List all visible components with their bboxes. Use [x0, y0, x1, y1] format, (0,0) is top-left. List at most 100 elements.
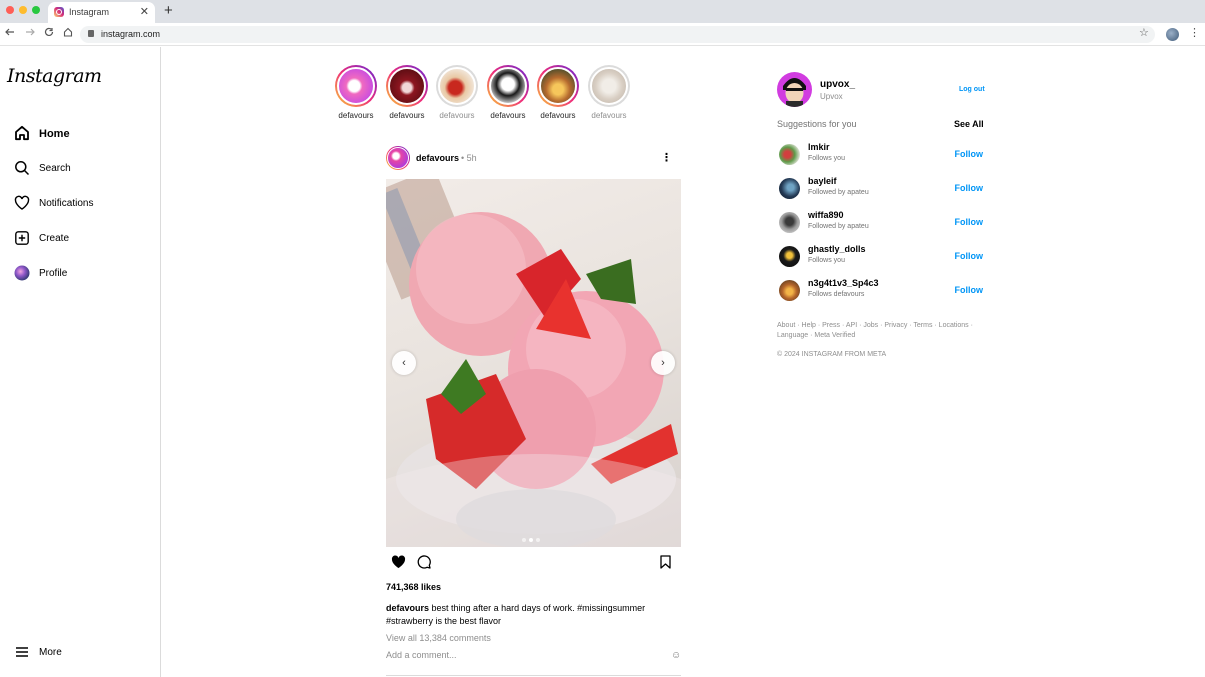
post-image[interactable]: ‹ ›	[386, 179, 681, 547]
instagram-logo[interactable]: Instagram	[7, 65, 102, 87]
sidebar-item-label: Create	[39, 233, 70, 244]
suggestion-username[interactable]: ghastly_dolls	[808, 244, 866, 254]
sidebar-item-label: Profile	[39, 268, 68, 279]
copyright-text: © 2024 INSTAGRAM FROM META	[777, 351, 887, 358]
post-header: defavours • 5h ⋮	[386, 146, 681, 170]
sidebar-item-more[interactable]: More	[14, 644, 154, 664]
address-bar-row: instagram.com	[0, 23, 1205, 46]
home-icon[interactable]	[63, 27, 73, 40]
follow-button[interactable]: Follow	[955, 217, 984, 227]
log-out-button[interactable]: Log out	[959, 86, 985, 93]
suggestion-subtitle: Follows you	[808, 155, 845, 162]
search-icon	[14, 160, 30, 176]
follow-button[interactable]: Follow	[955, 149, 984, 159]
like-count[interactable]: 741,368 likes	[386, 582, 441, 592]
follow-button[interactable]: Follow	[955, 183, 984, 193]
see-all-button[interactable]: See All	[954, 119, 984, 129]
sidebar-item-label: Notifications	[39, 198, 94, 209]
carousel-previous-button[interactable]: ‹	[392, 351, 416, 375]
story-item[interactable]: defavours	[583, 65, 635, 120]
url-input[interactable]: instagram.com	[80, 26, 1155, 43]
suggestion-subtitle: Follows you	[808, 257, 845, 264]
add-comment-input[interactable]: Add a comment...	[386, 650, 457, 660]
follow-button[interactable]: Follow	[955, 251, 984, 261]
instagram-favicon-icon	[54, 7, 64, 17]
story-item[interactable]: defavours	[532, 65, 584, 120]
story-avatar	[438, 67, 476, 105]
post-caption: defavours best thing after a hard days o…	[386, 602, 676, 628]
browser-menu-icon[interactable]: ⋮	[1189, 26, 1200, 39]
comment-icon[interactable]	[417, 555, 431, 574]
browser-tab[interactable]: Instagram ✕	[48, 2, 155, 23]
browser-tab-bar: Instagram ✕ +	[0, 0, 1205, 23]
sidebar-item-search[interactable]: Search	[14, 160, 154, 180]
close-window-button[interactable]	[6, 6, 14, 14]
story-ring	[436, 65, 478, 107]
minimize-window-button[interactable]	[19, 6, 27, 14]
story-item[interactable]: defavours	[482, 65, 534, 120]
sidebar-item-label: Home	[39, 128, 70, 140]
suggestion-row: lmkir Follows you Follow	[779, 142, 985, 166]
more-options-icon[interactable]: ⋮	[661, 151, 672, 164]
tab-close-icon[interactable]: ✕	[140, 5, 149, 18]
sidebar-item-create[interactable]: Create	[14, 230, 154, 250]
caption-username[interactable]: defavours	[386, 603, 429, 613]
suggestion-row: n3g4t1v3_Sp4c3 Follows defavours Follow	[779, 278, 985, 302]
story-username: defavours	[389, 111, 425, 120]
plus-square-icon	[14, 230, 30, 246]
suggestion-username[interactable]: n3g4t1v3_Sp4c3	[808, 278, 879, 288]
like-heart-icon[interactable]	[391, 555, 406, 574]
save-bookmark-icon[interactable]	[660, 555, 671, 574]
maximize-window-button[interactable]	[32, 6, 40, 14]
sidebar-item-profile[interactable]: Profile	[14, 265, 154, 285]
post-username[interactable]: defavours	[416, 153, 459, 163]
reload-icon[interactable]	[44, 27, 54, 40]
story-ring	[487, 65, 529, 107]
suggestion-username[interactable]: bayleif	[808, 176, 837, 186]
new-tab-button[interactable]: +	[164, 2, 173, 19]
carousel-dot	[535, 538, 540, 542]
view-comments-link[interactable]: View all 13,384 comments	[386, 633, 491, 643]
suggestion-row: ghastly_dolls Follows you Follow	[779, 244, 985, 268]
back-icon[interactable]	[5, 27, 15, 40]
sidebar-item-home[interactable]: Home	[14, 125, 154, 145]
story-username: defavours	[540, 111, 576, 120]
sidebar: Instagram Home Search Notifications Crea…	[0, 47, 161, 677]
story-avatar	[489, 67, 527, 105]
browser-profile-avatar[interactable]	[1166, 28, 1179, 41]
story-username: defavours	[338, 111, 374, 120]
story-ring	[335, 65, 377, 107]
story-avatar	[590, 67, 628, 105]
story-item[interactable]: defavours	[381, 65, 433, 120]
carousel-indicator	[520, 529, 541, 547]
suggestions-title: Suggestions for you	[777, 119, 857, 129]
story-item[interactable]: defavours	[330, 65, 382, 120]
forward-icon[interactable]	[25, 27, 35, 40]
story-username: defavours	[591, 111, 627, 120]
current-user-avatar[interactable]	[777, 72, 812, 107]
emoji-icon[interactable]: ☺	[671, 650, 681, 661]
sidebar-item-notifications[interactable]: Notifications	[14, 195, 154, 215]
current-username[interactable]: upvox_	[820, 79, 855, 90]
story-username: defavours	[490, 111, 526, 120]
footer-links[interactable]: About · Help · Press · API · Jobs · Priv…	[777, 321, 977, 341]
suggestion-avatar[interactable]	[779, 246, 800, 267]
suggestion-username[interactable]: lmkir	[808, 142, 830, 152]
follow-button[interactable]: Follow	[955, 285, 984, 295]
suggestion-username[interactable]: wiffa890	[808, 210, 844, 220]
suggestion-avatar[interactable]	[779, 212, 800, 233]
suggestion-row: wiffa890 Followed by apateu Follow	[779, 210, 985, 234]
story-ring	[386, 65, 428, 107]
suggestion-avatar[interactable]	[779, 144, 800, 165]
suggestion-avatar[interactable]	[779, 280, 800, 301]
suggestion-subtitle: Followed by apateu	[808, 189, 869, 196]
post-author-avatar[interactable]	[386, 146, 410, 170]
suggestion-avatar[interactable]	[779, 178, 800, 199]
bookmark-star-icon[interactable]: ☆	[1139, 26, 1149, 39]
carousel-next-button[interactable]: ›	[651, 351, 675, 375]
url-text: instagram.com	[101, 29, 161, 39]
story-username: defavours	[439, 111, 475, 120]
heart-icon	[14, 195, 30, 211]
story-item[interactable]: defavours	[431, 65, 483, 120]
tab-title: Instagram	[69, 7, 110, 17]
